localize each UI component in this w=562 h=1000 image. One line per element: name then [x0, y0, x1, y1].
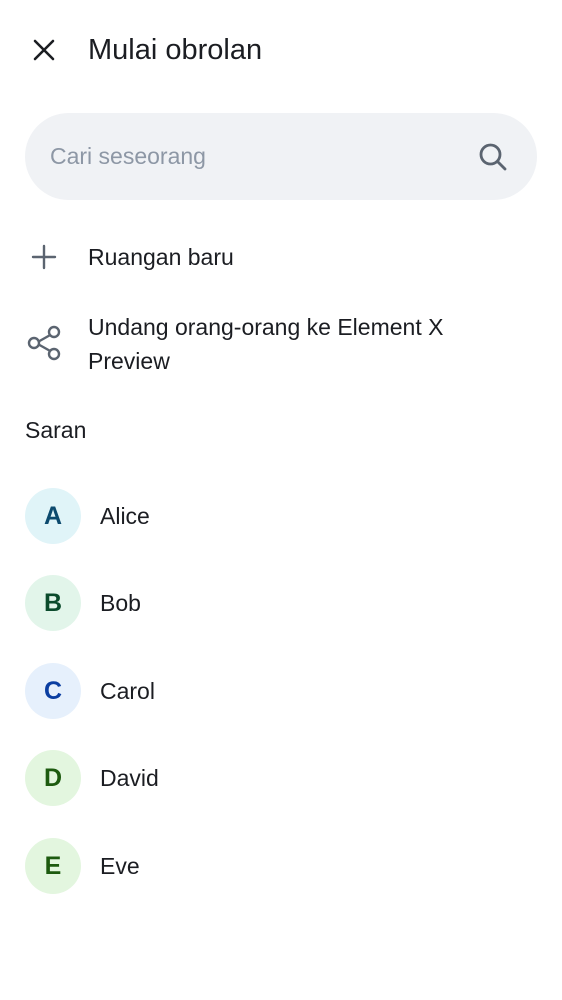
avatar: C	[25, 663, 81, 719]
new-room-button[interactable]: Ruangan baru	[0, 232, 562, 282]
suggestion-item-eve[interactable]: E Eve	[0, 831, 562, 901]
invite-people-label: Undang orang-orang ke Element X Preview	[88, 314, 444, 374]
search-icon[interactable]	[477, 141, 509, 173]
close-icon	[33, 39, 55, 61]
share-icon	[25, 324, 63, 362]
suggestions-header: Saran	[25, 417, 87, 443]
suggestion-name: Carol	[100, 678, 155, 704]
avatar: A	[25, 488, 81, 544]
invite-people-button[interactable]: Undang orang-orang ke Element X Preview	[0, 306, 562, 386]
suggestion-name: Eve	[100, 853, 140, 879]
search-input[interactable]	[50, 113, 470, 200]
suggestion-item-david[interactable]: D David	[0, 743, 562, 813]
top-app-bar: Mulai obrolan	[0, 0, 562, 100]
avatar: D	[25, 750, 81, 806]
suggestion-item-carol[interactable]: C Carol	[0, 656, 562, 726]
new-room-label: Ruangan baru	[88, 244, 234, 270]
plus-icon	[25, 238, 63, 276]
suggestion-item-alice[interactable]: A Alice	[0, 481, 562, 551]
search-bar[interactable]	[25, 113, 537, 200]
suggestion-name: Bob	[100, 590, 141, 616]
close-button[interactable]	[20, 26, 68, 74]
suggestion-name: David	[100, 765, 159, 791]
avatar: B	[25, 575, 81, 631]
page-title: Mulai obrolan	[88, 34, 263, 66]
suggestion-name: Alice	[100, 503, 150, 529]
suggestion-item-bob[interactable]: B Bob	[0, 568, 562, 638]
avatar: E	[25, 838, 81, 894]
